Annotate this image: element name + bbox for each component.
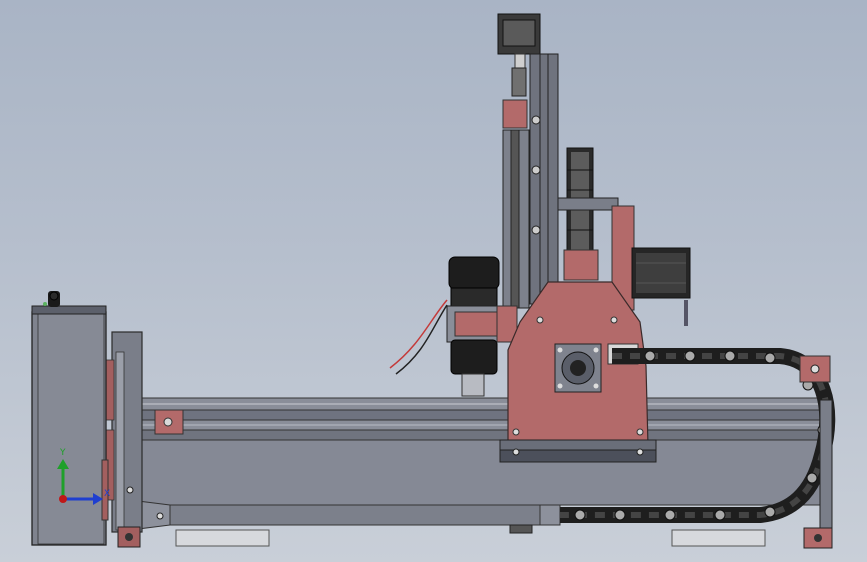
spindle-icon bbox=[389, 256, 518, 397]
right-foot bbox=[671, 529, 766, 547]
control-box-icon bbox=[31, 291, 109, 546]
cnc-machine-model: Y X bbox=[31, 13, 836, 549]
stepper-motor-icon bbox=[631, 247, 691, 326]
z-cable-chain bbox=[557, 147, 619, 259]
left-foot bbox=[175, 529, 270, 547]
triad-x-label: X bbox=[104, 489, 110, 499]
left-rail-block bbox=[154, 409, 184, 435]
triad-y-label: Y bbox=[59, 448, 66, 458]
cad-viewport[interactable]: Y X bbox=[0, 0, 867, 562]
z-column bbox=[497, 13, 559, 309]
